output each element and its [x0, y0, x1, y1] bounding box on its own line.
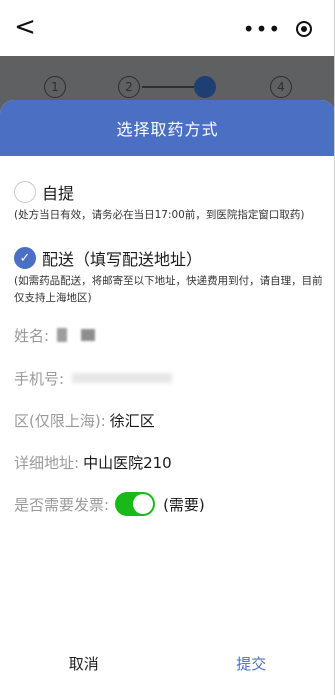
ring-outline [296, 21, 312, 37]
pickup-method-modal: 选择取药方式 自提 (处方当日有效，请务必在当日17:00前，到医院指定窗口取药… [0, 100, 335, 695]
step-1: 1 [44, 76, 66, 98]
phone-value-redacted [72, 373, 173, 383]
step-4: 4 [270, 76, 292, 98]
modal-footer: 取消 提交 [0, 631, 335, 695]
pickup-label: 自提 [42, 184, 75, 203]
invoice-label: 是否需要发票: [14, 495, 110, 514]
cancel-button[interactable]: 取消 [0, 653, 168, 674]
submit-button[interactable]: 提交 [168, 653, 335, 674]
ring-center-dot [301, 26, 307, 32]
more-dots-icon[interactable]: ••• [241, 14, 283, 44]
name-value-redacted [57, 328, 68, 342]
delivery-note: (如需药品配送，将邮寄至以下地址，快递费用到付，请自理，目前仅支持上海地区) [14, 275, 323, 304]
step-2: 2 [118, 76, 140, 98]
option-delivery[interactable]: ✓ 配送（填写配送地址） [14, 246, 202, 270]
phone-label: 手机号: [14, 369, 65, 388]
back-arrow-icon[interactable]: < [10, 12, 40, 42]
district-field[interactable]: 区(仅限上海): 徐汇区 [14, 407, 321, 433]
invoice-state-text: (需要) [163, 495, 205, 514]
address-label: 详细地址: [14, 453, 80, 472]
step-3-current: 3 [194, 76, 216, 98]
close-target-icon[interactable] [283, 14, 325, 44]
step-connector [142, 86, 194, 88]
mini-program-navbar: < ••• [0, 0, 335, 56]
pickup-note: (处方当日有效，请务必在当日17:00前，到医院指定窗口取药) [14, 209, 305, 221]
check-icon[interactable]: ✓ [14, 247, 36, 269]
address-field[interactable]: 详细地址: 中山医院210 [14, 449, 321, 475]
phone-field[interactable]: 手机号: [14, 365, 321, 391]
toggle-knob [133, 494, 154, 514]
capsule-menu: ••• [241, 14, 325, 44]
name-value-redacted-2 [81, 329, 96, 341]
district-label: 区(仅限上海): [14, 411, 106, 430]
delivery-label: 配送（填写配送地址） [42, 250, 203, 269]
address-value[interactable]: 中山医院210 [83, 452, 172, 473]
name-field[interactable]: 姓名: [14, 322, 321, 348]
invoice-field: 是否需要发票: (需要) [14, 491, 321, 517]
district-value[interactable]: 徐汇区 [110, 410, 155, 431]
invoice-toggle[interactable] [115, 492, 156, 516]
option-self-pickup[interactable]: 自提 [14, 180, 74, 204]
pickup-radio[interactable] [14, 181, 36, 203]
name-label: 姓名: [14, 326, 50, 345]
modal-title: 选择取药方式 [0, 100, 335, 156]
